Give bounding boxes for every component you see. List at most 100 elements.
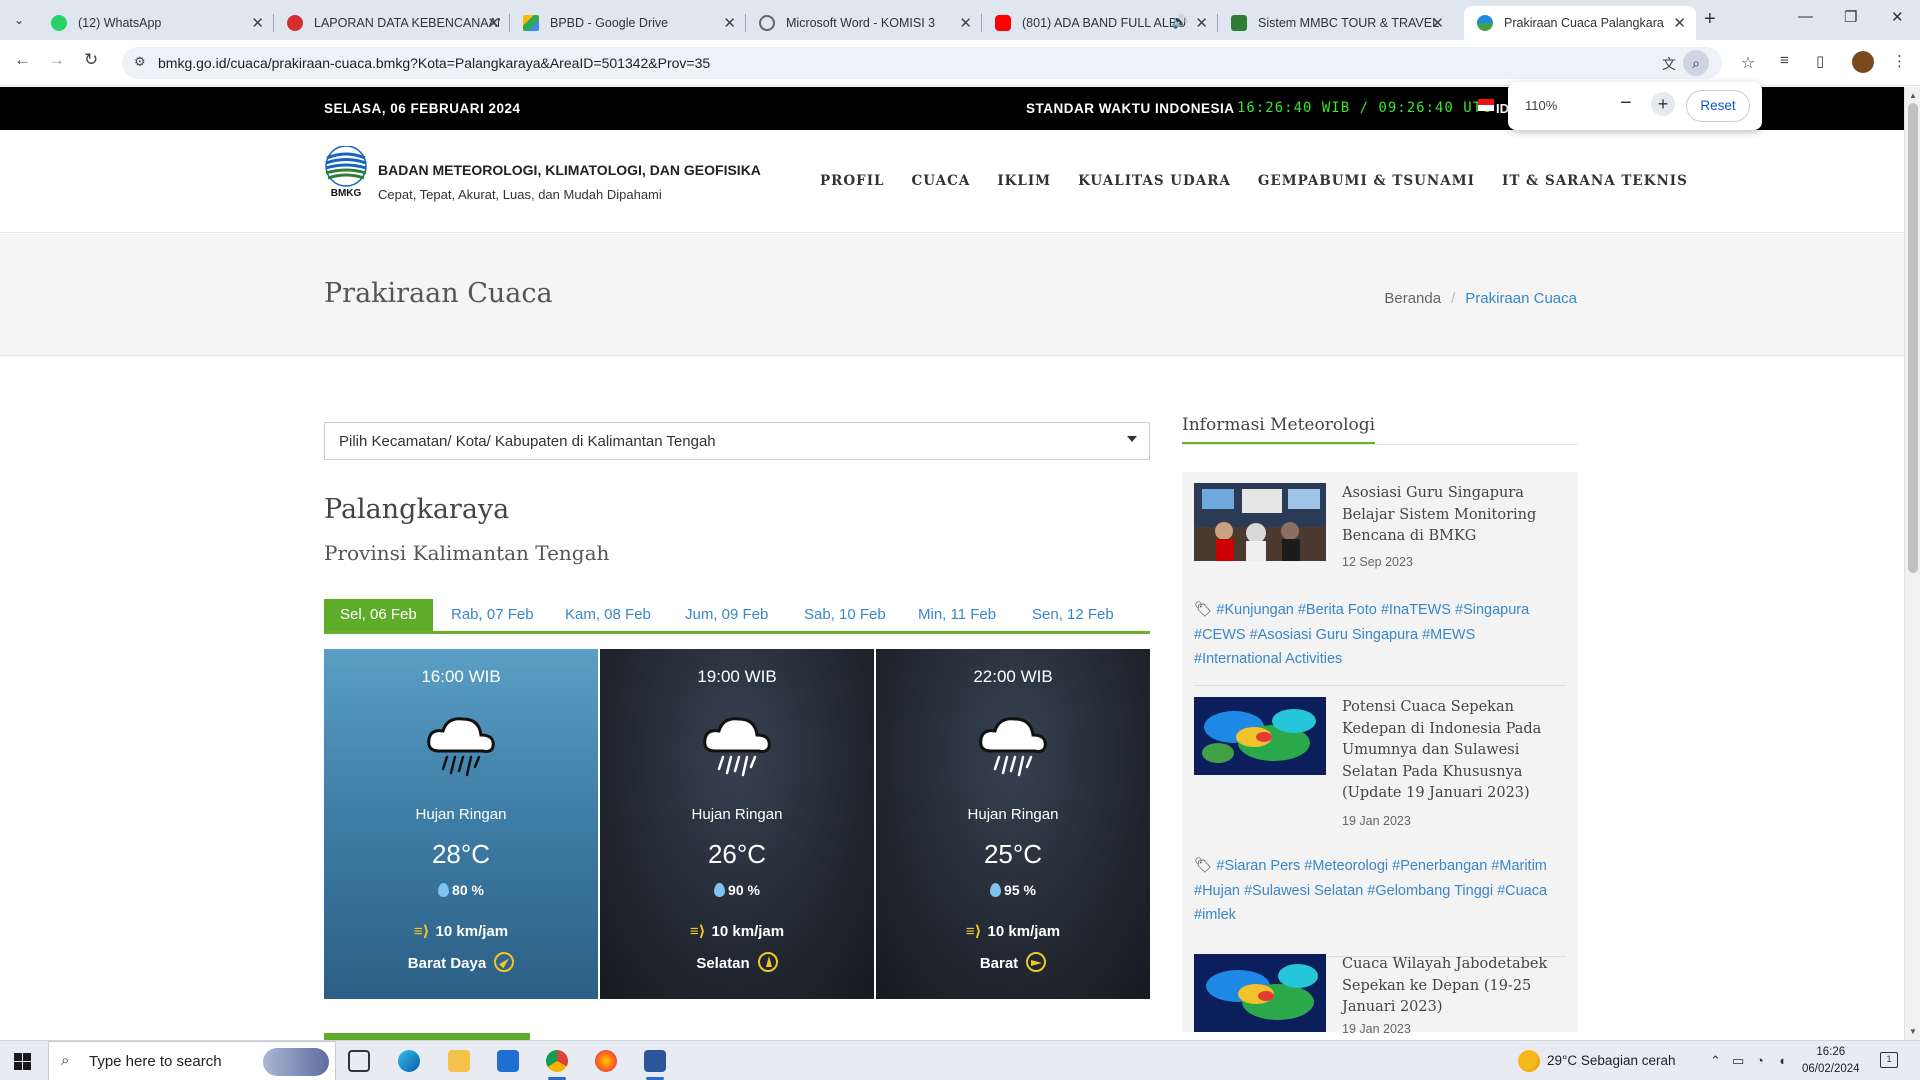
star-icon[interactable]: ☆	[1739, 53, 1757, 72]
breadcrumb-home[interactable]: Beranda	[1384, 290, 1441, 307]
file-explorer-icon[interactable]	[448, 1050, 470, 1072]
network-icon[interactable]: ◔	[1756, 1053, 1764, 1068]
location-select[interactable]: Pilih Kecamatan/ Kota/ Kabupaten di Kali…	[324, 422, 1150, 460]
news-title[interactable]: Potensi Cuaca Sepekan Kedepan di Indones…	[1342, 697, 1557, 805]
back-icon[interactable]: ←	[14, 50, 31, 70]
tab-day-5[interactable]: Sab, 10 Feb	[804, 599, 886, 631]
news-tags[interactable]: 🏷 #Siaran Pers #Meteorologi #Penerbangan …	[1194, 854, 1566, 928]
taskbar-clock[interactable]: 16:26 06/02/2024	[1802, 1044, 1860, 1078]
site-info-icon[interactable]: ⚙	[134, 54, 146, 70]
weather-icon[interactable]	[1518, 1050, 1540, 1072]
wind-icon: ≡⟩	[689, 923, 706, 940]
menu-icon[interactable]: ⋮	[1892, 52, 1907, 70]
close-icon[interactable]: ✕	[1431, 14, 1444, 32]
speaker-icon[interactable]: 🔊	[1172, 14, 1188, 30]
media-icon[interactable]: ≡	[1780, 52, 1789, 69]
translate-icon[interactable]: 文	[1660, 54, 1678, 72]
chevron-up-icon[interactable]: ⌃	[1710, 1053, 1721, 1069]
youtube-icon	[995, 15, 1011, 31]
side-panel-icon[interactable]: ▯	[1816, 52, 1824, 70]
nav-cuaca[interactable]: CUACA	[912, 173, 971, 189]
tab-bmkg[interactable]: Prakiraan Cuaca Palangkaraya - ✕	[1464, 6, 1696, 40]
close-icon[interactable]: ✕	[251, 14, 264, 32]
task-view-icon[interactable]	[348, 1050, 370, 1072]
zoom-in-button[interactable]: +	[1651, 92, 1675, 116]
nav-it-sarana[interactable]: IT & SARANA TEKNIS	[1502, 173, 1688, 189]
close-window-icon[interactable]: ✕	[1891, 8, 1904, 26]
tab-google-drive[interactable]: BPBD - Google Drive ✕	[510, 6, 746, 40]
chrome-icon[interactable]	[546, 1050, 568, 1080]
nav-kualitas-udara[interactable]: KUALITAS UDARA	[1078, 173, 1231, 189]
mail-icon[interactable]	[497, 1050, 519, 1072]
breadcrumb-current[interactable]: Prakiraan Cuaca	[1465, 290, 1577, 307]
nav-profil[interactable]: PROFIL	[820, 173, 885, 189]
news-tags[interactable]: 🏷 #Kunjungan #Berita Foto #InaTEWS #Singa…	[1194, 598, 1566, 672]
forecast-card[interactable]: 16:00 WIB Hujan Ringan 28°C 80 % ≡⟩ 10 km…	[324, 649, 598, 999]
tab-day-6[interactable]: Min, 11 Feb	[918, 599, 996, 631]
news-title[interactable]: Cuaca Wilayah Jabodetabek Sepekan ke Dep…	[1342, 954, 1557, 1019]
forward-icon[interactable]: →	[48, 50, 65, 70]
tab-day-4[interactable]: Jum, 09 Feb	[685, 599, 768, 631]
news-item[interactable]: Potensi Cuaca Sepekan Kedepan di Indones…	[1194, 697, 1566, 957]
zoom-out-button[interactable]: −	[1620, 92, 1632, 115]
notification-icon[interactable]: 1	[1880, 1052, 1898, 1068]
news-item[interactable]: Cuaca Wilayah Jabodetabek Sepekan ke Dep…	[1194, 954, 1566, 1036]
news-title[interactable]: Asosiasi Guru Singapura Belajar Sistem M…	[1342, 483, 1557, 548]
city-name: Palangkaraya	[324, 494, 510, 525]
tab-youtube[interactable]: (801) ADA BAND FULL ALBUM 🔊 ✕	[982, 6, 1218, 40]
nav-iklim[interactable]: IKLIM	[997, 173, 1051, 189]
word-icon[interactable]	[644, 1050, 666, 1080]
windows-start-icon[interactable]	[14, 1053, 31, 1070]
tab-whatsapp[interactable]: (12) WhatsApp ✕	[38, 6, 274, 40]
news-thumbnail[interactable]	[1194, 483, 1326, 561]
scroll-down-icon[interactable]: ▼	[1909, 1027, 1917, 1036]
forecast-card[interactable]: 22:00 WIB Hujan Ringan 25°C 95 % ≡⟩ 10 km…	[876, 649, 1150, 999]
current-date: SELASA, 06 FEBRUARI 2024	[324, 101, 521, 116]
reload-icon[interactable]: ↻	[84, 50, 98, 70]
restore-icon[interactable]: ❐	[1844, 8, 1857, 26]
taskbar-search[interactable]: ⌕ Type here to search	[48, 1041, 336, 1080]
zoom-reset-button[interactable]: Reset	[1686, 90, 1750, 122]
firefox-icon[interactable]	[595, 1050, 617, 1072]
bmkg-icon	[1477, 15, 1493, 31]
zoom-icon[interactable]: ⌕	[1683, 50, 1709, 76]
new-tab-button[interactable]: +	[1704, 8, 1716, 31]
avatar[interactable]	[1852, 51, 1874, 73]
taskbar-weather[interactable]: 29°C Sebagian cerah	[1547, 1053, 1676, 1068]
close-icon[interactable]: ✕	[959, 14, 972, 32]
omnibox[interactable]: ⚙ bmkg.go.id/cuaca/prakiraan-cuaca.bmkg?…	[122, 47, 1755, 79]
tab-day-2[interactable]: Rab, 07 Feb	[451, 599, 534, 631]
forecast-time: 22:00 WIB	[973, 667, 1053, 686]
forecast-card[interactable]: 19:00 WIB Hujan Ringan 26°C 90 % ≡⟩ 10 km…	[600, 649, 874, 999]
news-item[interactable]: Asosiasi Guru Singapura Belajar Sistem M…	[1194, 483, 1566, 686]
tab-day-7[interactable]: Sen, 12 Feb	[1032, 599, 1114, 631]
forecast-wind: ≡⟩ 10 km/jam	[689, 923, 785, 940]
page-scrollbar[interactable]: ▲ ▼	[1904, 87, 1920, 1040]
tab-laporan[interactable]: LAPORAN DATA KEBENCANAAN ✕	[274, 6, 510, 40]
tab-day-1[interactable]: Sel, 06 Feb	[324, 599, 433, 631]
news-thumbnail[interactable]	[1194, 954, 1326, 1032]
scroll-up-icon[interactable]: ▲	[1909, 91, 1917, 100]
close-icon[interactable]: ✕	[1673, 14, 1686, 32]
volume-icon[interactable]: ◖	[1778, 1053, 1786, 1068]
scrollbar-thumb[interactable]	[1908, 103, 1918, 573]
nav-gempabumi[interactable]: GEMPABUMI & TSUNAMI	[1258, 173, 1475, 189]
zoom-popup: 110% − + Reset	[1508, 82, 1762, 130]
bmkg-logo[interactable]: BMKG	[324, 146, 368, 198]
news-thumbnail[interactable]	[1194, 697, 1326, 775]
minimize-icon[interactable]: —	[1798, 8, 1813, 25]
url-text[interactable]: bmkg.go.id/cuaca/prakiraan-cuaca.bmkg?Ko…	[158, 55, 710, 71]
close-icon[interactable]: ✕	[723, 14, 736, 32]
news-date: 12 Sep 2023	[1342, 555, 1413, 569]
close-icon[interactable]: ✕	[487, 14, 500, 32]
tab-mmbc[interactable]: Sistem MMBC TOUR & TRAVEL ✕	[1218, 6, 1454, 40]
close-icon[interactable]: ✕	[1195, 14, 1208, 32]
battery-icon[interactable]: ▭	[1732, 1053, 1744, 1069]
brand-name[interactable]: BADAN METEOROLOGI, KLIMATOLOGI, DAN GEOF…	[378, 162, 761, 178]
main-nav: PROFIL CUACA IKLIM KUALITAS UDARA GEMPAB…	[820, 173, 1715, 189]
indonesia-flag-icon[interactable]	[1478, 99, 1494, 111]
tab-search-icon[interactable]: ⌄	[8, 9, 30, 31]
tab-day-3[interactable]: Kam, 08 Feb	[565, 599, 651, 631]
tab-word[interactable]: Microsoft Word - KOMISI 3 ✕	[746, 6, 982, 40]
edge-icon[interactable]	[398, 1050, 420, 1072]
